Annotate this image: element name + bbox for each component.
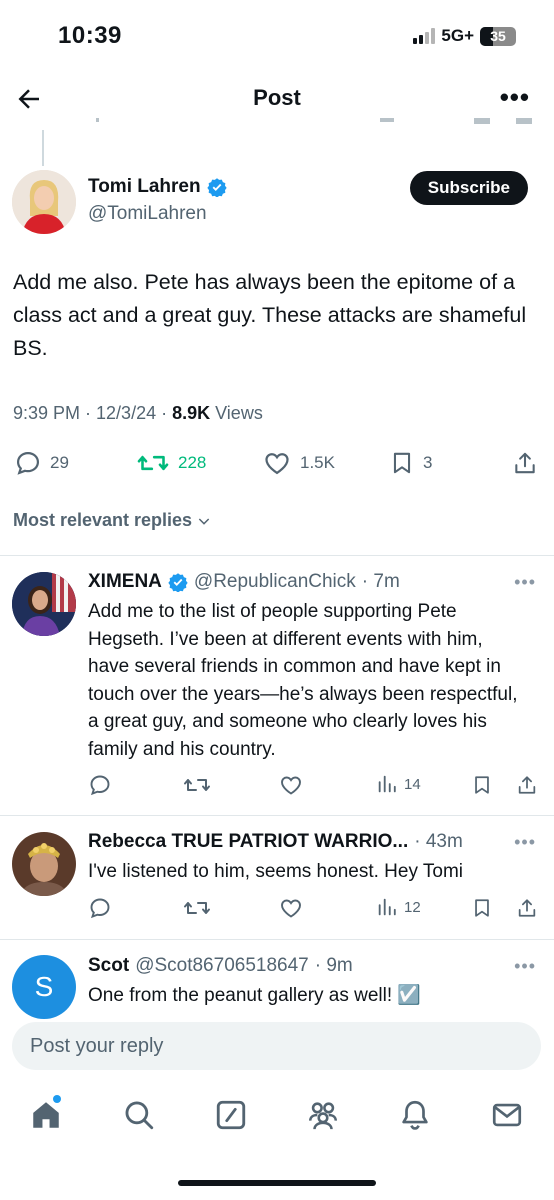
status-time: 10:39 [58, 22, 122, 49]
notifications-icon[interactable] [398, 1098, 432, 1132]
bookmark-icon [475, 899, 489, 917]
divider [0, 815, 554, 816]
verified-badge-icon [168, 573, 188, 592]
reply-time: · 43m [414, 831, 463, 852]
verified-badge-icon [206, 178, 227, 197]
status-bar: 10:39 5G+ 35 [0, 0, 554, 68]
share-action[interactable] [516, 896, 538, 920]
communities-icon[interactable] [306, 1098, 340, 1132]
reply-text: I've listened to him, seems honest. Hey … [88, 861, 463, 882]
bookmark-count: 3 [423, 453, 433, 472]
author-name-row: Tomi Lahren [88, 176, 227, 198]
reply-icon [16, 451, 40, 475]
reply-icon [90, 775, 110, 796]
post-text: Add me also. Pete has always been the ep… [13, 270, 527, 360]
reply-author-name[interactable]: XIMENA [88, 571, 162, 593]
avatar-letter: S [34, 971, 54, 1002]
repost-count: 228 [178, 453, 207, 472]
views-icon [378, 775, 396, 793]
repost-icon [184, 902, 210, 914]
like-icon [281, 899, 301, 918]
home-notification-dot [53, 1095, 61, 1103]
repost-action[interactable] [183, 896, 211, 920]
repost-icon [184, 779, 210, 791]
reply-actions: 14 [0, 773, 554, 799]
views-action[interactable]: 12 [376, 896, 421, 918]
reply-author-handle[interactable]: @Scot86706518647 [135, 955, 309, 977]
views-count: 12 [404, 898, 421, 916]
views-count: 14 [404, 775, 421, 793]
reply-avatar[interactable]: S [12, 955, 76, 1019]
like-count: 1.5K [300, 453, 335, 472]
repost-action[interactable] [183, 773, 211, 797]
reply-text: Add me to the list of people supporting … [88, 601, 518, 760]
reply-avatar[interactable] [12, 832, 76, 896]
more-options-icon[interactable]: ••• [514, 572, 536, 593]
like-action[interactable] [278, 896, 304, 920]
like-action[interactable]: 1.5K [262, 449, 335, 477]
bookmark-action[interactable]: 3 [389, 449, 432, 477]
network-type: 5G+ [441, 26, 474, 45]
more-options-icon[interactable]: ••• [514, 832, 536, 853]
reply-text: One from the peanut gallery as well! ☑️ [88, 985, 422, 1006]
share-icon [518, 776, 536, 794]
more-options-icon[interactable]: ••• [500, 82, 530, 113]
search-icon[interactable] [122, 1098, 156, 1132]
reply-author-row: XIMENA @RepublicanChick · 7m [88, 571, 400, 593]
bottom-nav [0, 1090, 554, 1150]
reply-action[interactable] [88, 773, 112, 797]
avatar[interactable] [12, 170, 76, 234]
sort-replies-dropdown[interactable]: Most relevant replies [13, 510, 212, 531]
bookmark-action[interactable] [471, 896, 493, 920]
reply-avatar[interactable] [12, 572, 76, 636]
reply-author-name[interactable]: Rebecca TRUE PATRIOT WARRIO... [88, 831, 408, 853]
reply-author-name[interactable]: Scot [88, 955, 129, 977]
home-indicator[interactable] [178, 1180, 376, 1186]
views-count: 8.9K [172, 403, 211, 423]
post-meta: 9:39 PM · 12/3/24 · 8.9K Views [13, 403, 263, 423]
reply-author-row: Scot @Scot86706518647 · 9m [88, 955, 353, 977]
battery-icon: 35 [480, 26, 516, 46]
reply-actions: 12 [0, 896, 554, 922]
repost-action[interactable]: 228 [136, 449, 206, 477]
reply-icon [90, 898, 110, 919]
reply-author-row: Rebecca TRUE PATRIOT WARRIO... · 43m [88, 831, 463, 853]
reply-action[interactable] [88, 896, 112, 920]
like-icon [281, 776, 301, 795]
chevron-down-icon [198, 517, 210, 525]
reply-author-handle[interactable]: @RepublicanChick [194, 571, 356, 593]
bookmark-action[interactable] [471, 773, 493, 797]
share-icon [518, 899, 536, 917]
divider [0, 939, 554, 940]
bookmark-icon [475, 776, 489, 794]
share-icon [515, 452, 535, 474]
bookmark-icon [393, 452, 411, 474]
share-action[interactable] [512, 449, 538, 477]
signal-icon [413, 28, 436, 44]
post-actions: 29 228 1.5K 3 [0, 449, 554, 479]
grok-icon[interactable] [214, 1098, 248, 1132]
divider [0, 555, 554, 556]
thread-line [42, 130, 44, 166]
more-options-icon[interactable]: ••• [514, 956, 536, 977]
reply-time: · 9m [314, 955, 353, 976]
home-icon[interactable] [29, 1098, 63, 1132]
reply-input[interactable]: Post your reply [12, 1022, 541, 1070]
views-icon [378, 898, 396, 916]
author-name[interactable]: Tomi Lahren [88, 176, 201, 198]
like-action[interactable] [278, 773, 304, 797]
like-icon [265, 453, 289, 475]
reply-action[interactable]: 29 [14, 449, 69, 477]
author-handle[interactable]: @TomiLahren [88, 203, 207, 225]
previous-post-peek [0, 118, 554, 132]
reply-time: · 7m [361, 571, 400, 592]
messages-icon[interactable] [490, 1098, 524, 1132]
views-action[interactable]: 14 [376, 773, 421, 795]
share-action[interactable] [516, 773, 538, 797]
subscribe-button[interactable]: Subscribe [409, 171, 528, 205]
page-title: Post [253, 85, 301, 110]
reply-count: 29 [50, 453, 69, 472]
repost-icon [137, 455, 169, 471]
